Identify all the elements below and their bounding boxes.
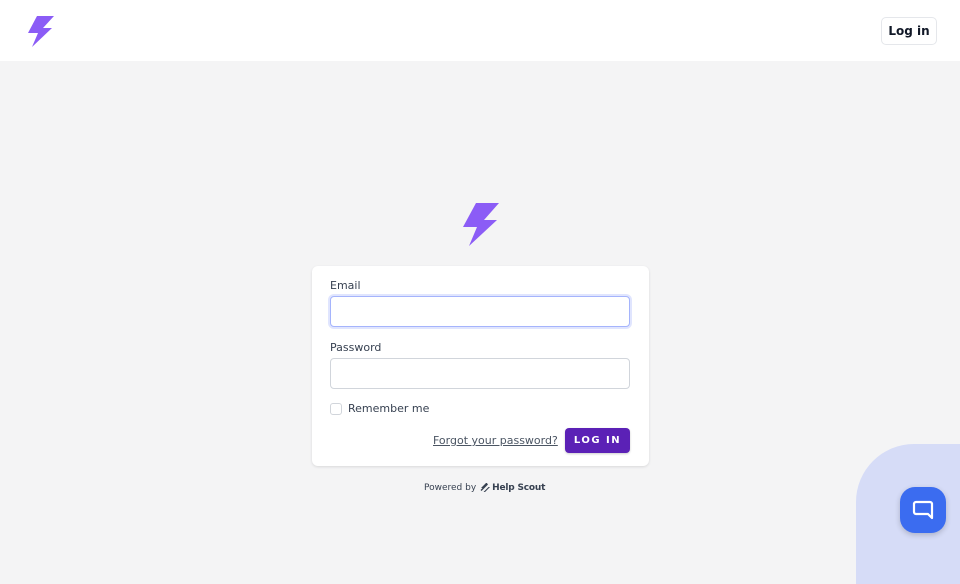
password-label: Password (330, 341, 382, 354)
lightning-bolt-icon[interactable] (26, 16, 54, 47)
remember-me-label[interactable]: Remember me (348, 402, 429, 415)
email-input[interactable] (330, 296, 630, 327)
powered-by-text: Powered by (424, 482, 477, 493)
email-label: Email (330, 279, 361, 292)
helpscout-logo-icon (480, 483, 491, 492)
forgot-password-link[interactable]: Forgot your password? (433, 434, 558, 447)
header-login-button[interactable]: Log in (881, 17, 937, 45)
password-input[interactable] (330, 358, 630, 389)
powered-by[interactable]: Powered by Help Scout (424, 482, 545, 493)
login-submit-button[interactable]: LOG IN (565, 428, 630, 453)
top-navigation-bar: Log in (0, 0, 960, 61)
remember-me-row: Remember me (330, 402, 429, 415)
login-card: Email Password Remember me Forgot your p… (312, 266, 649, 466)
beacon-chat-button[interactable] (900, 487, 946, 533)
helpscout-brand: Help Scout (492, 482, 546, 493)
remember-me-checkbox[interactable] (330, 402, 342, 415)
chat-bubble-icon (912, 500, 934, 520)
lightning-bolt-icon (463, 203, 499, 246)
